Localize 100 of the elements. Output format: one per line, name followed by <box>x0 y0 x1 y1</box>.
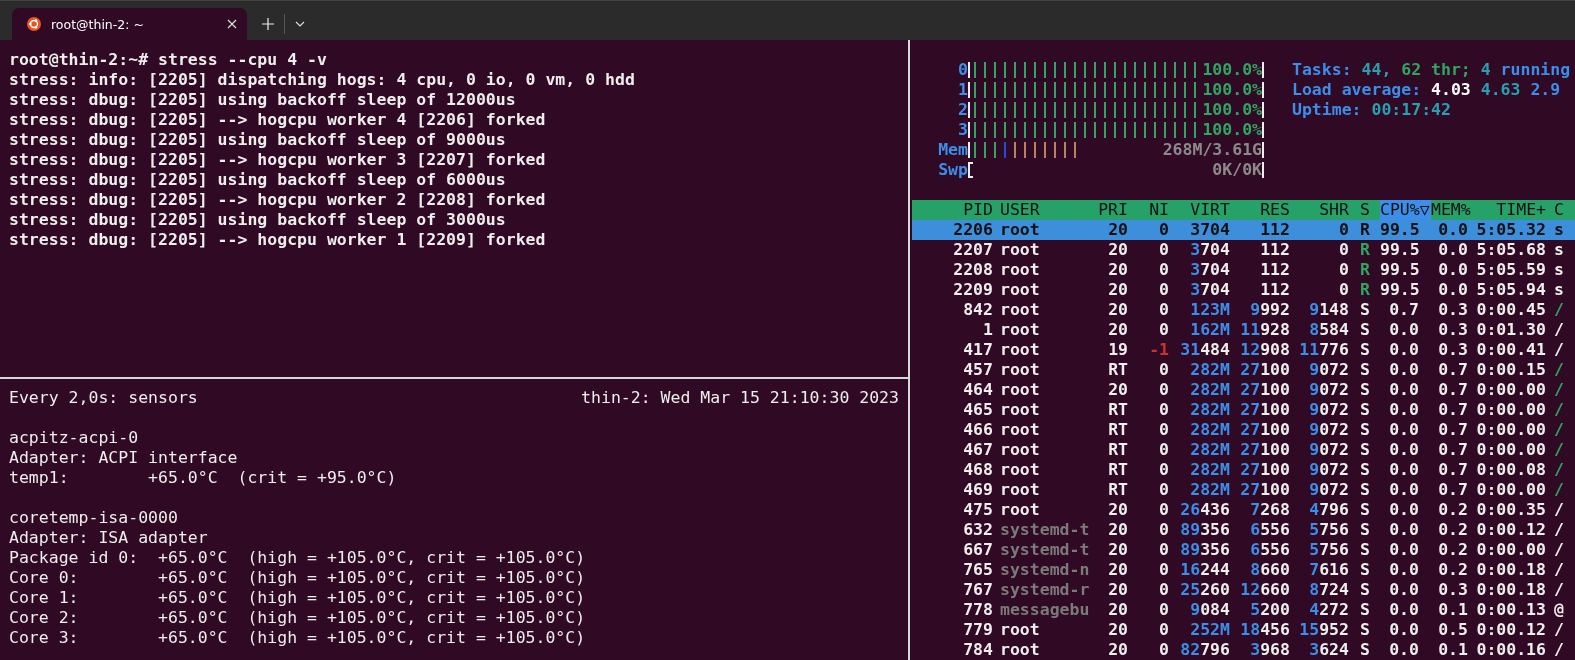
command-cell-text: / <box>1553 460 1565 480</box>
column-header[interactable]: PRI <box>1088 200 1128 220</box>
chevron-down-icon[interactable] <box>295 21 305 27</box>
column-header[interactable]: CPU%▽ <box>1380 200 1431 220</box>
column-header[interactable]: S <box>1349 200 1380 220</box>
state-cell-text: S <box>1359 420 1371 440</box>
command-cell-text: s <box>1553 280 1565 300</box>
terminal-line: stress: info: [2205] dispatching hogs: 4 cpu, 0 io, 0 vm, 0 hdd <box>9 70 636 90</box>
column-header[interactable]: TIME+ <box>1470 200 1546 220</box>
shr-cell-text: 8724 <box>1308 580 1349 600</box>
time-cell-text: 0:00.00 <box>1475 400 1546 420</box>
column-header[interactable]: USER <box>993 200 1088 220</box>
cpu-cell-text: 0.0 <box>1388 560 1420 580</box>
process-row[interactable]: 417 root 19 -1 31484 12908 11776 S 0.0 0.3 0:00.41 / <box>912 340 1575 360</box>
meter-reading: 0K/0K <box>1210 160 1262 180</box>
priority-cell-text: 19 <box>1107 340 1128 360</box>
process-row[interactable]: 2206 root 20 0 3704 112 0 R 99.5 0.0 5:05.32 s <box>912 220 1575 240</box>
stat-text: 2.9 <box>1530 80 1561 100</box>
state-cell-text: S <box>1359 600 1371 620</box>
process-row[interactable]: 765 systemd-n 20 0 16244 8660 7616 S 0.0 0.2 0:00.18 / <box>912 560 1575 580</box>
state-cell-text: S <box>1359 620 1371 640</box>
column-header[interactable]: VIRT <box>1169 200 1230 220</box>
mem-cell-text: 0.7 <box>1437 480 1469 500</box>
meter-label: 3 <box>957 120 968 140</box>
mem-cell-text: 0.3 <box>1437 300 1469 320</box>
pid-cell-text: 465 <box>962 400 993 420</box>
pid-cell-text: 2208 <box>952 260 993 280</box>
process-row[interactable]: 778 messagebu 20 0 9084 5200 4272 S 0.0 0.1 0:00.13 @ <box>912 600 1575 620</box>
command-cell-text: / <box>1553 640 1565 660</box>
column-header[interactable]: C <box>1546 200 1575 220</box>
priority-cell-text: 20 <box>1107 640 1128 660</box>
nice-cell-text: 0 <box>1158 240 1169 260</box>
column-header[interactable]: RES <box>1230 200 1290 220</box>
priority-cell-text: 20 <box>1107 540 1128 560</box>
res-cell-text: 112 <box>1259 240 1290 260</box>
column-header[interactable]: NI <box>1128 200 1169 220</box>
virt-cell-text: 31484 <box>1179 340 1230 360</box>
pid-cell-text: 1 <box>982 320 993 340</box>
nice-cell-text: 0 <box>1158 420 1169 440</box>
state-cell-text: S <box>1359 400 1371 420</box>
column-header[interactable]: PID <box>912 200 993 220</box>
sensor-line: Adapter: ISA adapter <box>9 528 209 548</box>
shr-cell-text: 7616 <box>1308 560 1349 580</box>
pid-cell-text: 467 <box>962 440 993 460</box>
time-cell-text: 0:00.00 <box>1475 540 1546 560</box>
pid-cell-text: 466 <box>962 420 993 440</box>
nice-cell-text: 0 <box>1158 540 1169 560</box>
process-row[interactable]: 842 root 20 0 123M 9992 9148 S 0.7 0.3 0:00.45 / <box>912 300 1575 320</box>
process-row[interactable]: 779 root 20 0 252M 18456 15952 S 0.0 0.5 0:00.12 / <box>912 620 1575 640</box>
process-row[interactable]: 767 systemd-r 20 0 25260 12660 8724 S 0.0 0.3 0:00.18 / <box>912 580 1575 600</box>
state-cell-text: R <box>1359 220 1371 240</box>
user-cell-text: root <box>999 620 1041 640</box>
shr-cell-text: 9148 <box>1308 300 1349 320</box>
process-row[interactable]: 466 root RT 0 282M 27100 9072 S 0.0 0.7 0:00.00 / <box>912 420 1575 440</box>
nice-cell-text: 0 <box>1158 320 1169 340</box>
process-row[interactable]: 465 root RT 0 282M 27100 9072 S 0.0 0.7 0:00.00 / <box>912 400 1575 420</box>
process-row[interactable]: 468 root RT 0 282M 27100 9072 S 0.0 0.7 0:00.08 / <box>912 460 1575 480</box>
process-row[interactable]: 1 root 20 0 162M 11928 8584 S 0.0 0.3 0:01.30 / <box>912 320 1575 340</box>
virt-cell-text: 16244 <box>1179 560 1230 580</box>
state-cell-text: S <box>1359 520 1371 540</box>
pid-cell-text: 784 <box>962 640 993 660</box>
command-cell-text: / <box>1553 320 1565 340</box>
mem-cell-text: 0.0 <box>1437 260 1469 280</box>
close-icon[interactable] <box>227 19 237 29</box>
terminal-line: stress: dbug: [2205] --> hogcpu worker 2 [2208] forked <box>9 190 547 210</box>
mem-cell-text: 0.2 <box>1437 540 1469 560</box>
user-cell-text: root <box>999 360 1041 380</box>
process-row[interactable]: 469 root RT 0 282M 27100 9072 S 0.0 0.7 0:00.00 / <box>912 480 1575 500</box>
process-row[interactable]: 667 systemd-t 20 0 89356 6556 5756 S 0.0 0.2 0:00.00 / <box>912 540 1575 560</box>
res-cell-text: 12908 <box>1239 340 1290 360</box>
process-row[interactable]: 467 root RT 0 282M 27100 9072 S 0.0 0.7 0:00.00 / <box>912 440 1575 460</box>
mem-cell-text: 0.7 <box>1437 360 1469 380</box>
column-header[interactable]: MEM% <box>1431 200 1470 220</box>
sensor-line: Core 3: +65.0°C (high = +105.0°C, crit = +105.0°C) <box>9 628 587 648</box>
process-row[interactable]: 632 systemd-t 20 0 89356 6556 5756 S 0.0 0.2 0:00.12 / <box>912 520 1575 540</box>
cpu-cell-text: 0.0 <box>1388 380 1420 400</box>
process-row[interactable]: 2208 root 20 0 3704 112 0 R 99.5 0.0 5:05.59 s <box>912 260 1575 280</box>
process-row[interactable]: 2207 root 20 0 3704 112 0 R 99.5 0.0 5:05.68 s <box>912 240 1575 260</box>
column-header[interactable]: SHR <box>1290 200 1349 220</box>
virt-cell-text: 282M <box>1189 380 1230 400</box>
cpu-cell-text: 0.0 <box>1388 440 1420 460</box>
process-row[interactable]: 2209 root 20 0 3704 112 0 R 99.5 0.0 5:05.94 s <box>912 280 1575 300</box>
res-cell-text: 9992 <box>1249 300 1290 320</box>
state-cell-text: S <box>1359 440 1371 460</box>
priority-cell-text: 20 <box>1107 500 1128 520</box>
priority-cell-text: 20 <box>1107 320 1128 340</box>
res-cell-text: 18456 <box>1239 620 1290 640</box>
nice-cell-text: 0 <box>1158 300 1169 320</box>
time-cell-text: 5:05.59 <box>1475 260 1546 280</box>
process-row[interactable]: 784 root 20 0 82796 3968 3624 S 0.0 0.1 0:00.16 / <box>912 640 1575 660</box>
process-row[interactable]: 457 root RT 0 282M 27100 9072 S 0.0 0.7 0:00.15 / <box>912 360 1575 380</box>
priority-cell-text: 20 <box>1107 300 1128 320</box>
new-tab-icon[interactable] <box>262 18 274 30</box>
process-row[interactable]: 475 root 20 0 26436 7268 4796 S 0.0 0.2 0:00.35 / <box>912 500 1575 520</box>
time-cell-text: 0:00.13 <box>1475 600 1546 620</box>
terminal-tab[interactable]: root@thin-2: ~ <box>12 8 247 40</box>
state-cell-text: S <box>1359 640 1371 660</box>
stat-text: 4.03 <box>1431 80 1471 100</box>
process-row[interactable]: 464 root 20 0 282M 27100 9072 S 0.0 0.7 0:00.00 / <box>912 380 1575 400</box>
command-cell-text: / <box>1553 480 1565 500</box>
